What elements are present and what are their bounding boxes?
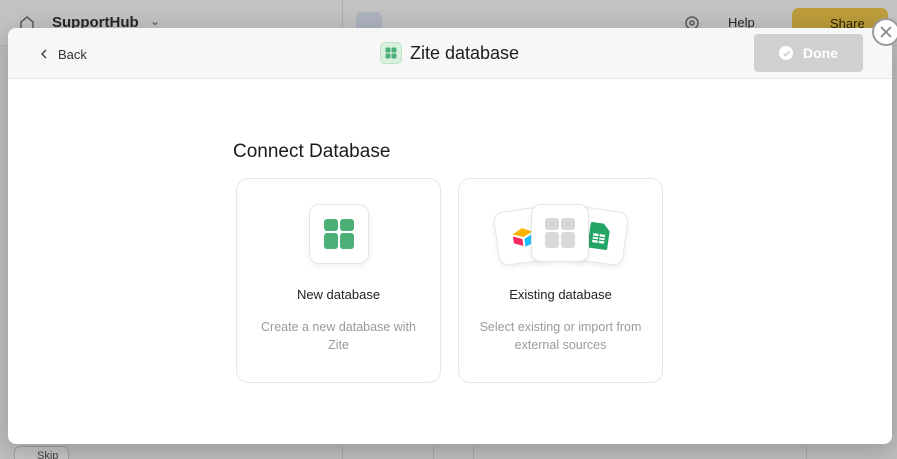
close-icon	[880, 26, 892, 38]
option-description: Select existing or import from external …	[479, 320, 642, 352]
modal-header: Back Zite database Done	[8, 28, 892, 79]
new-database-option[interactable]: New database Create a new database with …	[236, 178, 441, 383]
table-icon	[380, 42, 402, 64]
close-button[interactable]	[872, 18, 897, 46]
done-label: Done	[803, 45, 838, 61]
option-description: Create a new database with Zite	[261, 320, 416, 352]
existing-table-icon	[531, 204, 589, 262]
existing-database-option[interactable]: Existing database Select existing or imp…	[458, 178, 663, 383]
check-circle-icon	[779, 46, 793, 60]
back-label: Back	[58, 46, 87, 62]
zite-database-modal: Back Zite database Done Connect Database…	[8, 28, 892, 444]
new-database-icon	[309, 204, 369, 264]
section-title: Connect Database	[233, 141, 391, 162]
modal-title-group: Zite database	[380, 41, 519, 65]
option-title: New database	[296, 287, 381, 302]
chevron-left-icon	[40, 49, 47, 59]
done-button[interactable]: Done	[754, 34, 863, 72]
back-button[interactable]: Back	[40, 44, 87, 64]
modal-title: Zite database	[410, 42, 520, 63]
option-title: Existing database	[509, 287, 612, 302]
